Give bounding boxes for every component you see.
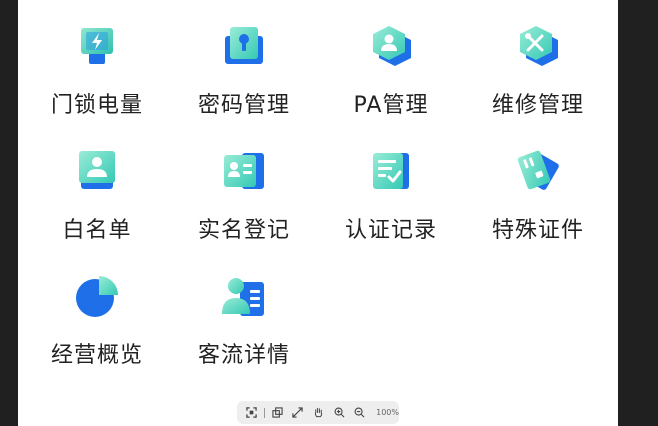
- fullscreen-button[interactable]: [289, 404, 306, 421]
- id-card-icon: [224, 153, 264, 189]
- zoom-out-button[interactable]: [351, 404, 368, 421]
- hand-icon: [314, 407, 322, 418]
- tile-pa-management[interactable]: PA管理: [317, 0, 465, 120]
- user-hexagon-icon: [373, 26, 411, 66]
- zoom-in-icon: [334, 407, 345, 418]
- toolbar-divider: [263, 407, 265, 418]
- viewer-toolbar: 100%: [237, 401, 399, 424]
- person-list-icon: [222, 278, 264, 316]
- tile-password-management[interactable]: 密码管理: [170, 0, 318, 120]
- rotate-icon: [271, 407, 283, 418]
- fit-screen-button[interactable]: [243, 404, 260, 421]
- tile-label: PA管理: [353, 93, 429, 118]
- tilted-card-icon: [517, 150, 559, 190]
- tile-passenger-flow-details[interactable]: 客流详情: [170, 250, 318, 370]
- tile-label: 经营概览: [50, 343, 143, 368]
- tile-label: 门锁电量: [50, 93, 143, 118]
- tile-authentication-records[interactable]: 认证记录: [317, 125, 465, 245]
- tile-label: 实名登记: [197, 218, 290, 243]
- tools-icon: [520, 26, 558, 66]
- hand-tool-button[interactable]: [310, 404, 327, 421]
- zoom-level: 100%: [376, 408, 399, 417]
- tile-real-name-registration[interactable]: 实名登记: [170, 125, 318, 245]
- fit-screen-icon: [246, 407, 257, 418]
- document-check-icon: [373, 153, 409, 189]
- tile-maintenance-management[interactable]: 维修管理: [464, 0, 612, 120]
- fullscreen-icon: [292, 407, 303, 418]
- pie-chart-icon: [76, 276, 118, 317]
- tile-label: 密码管理: [197, 93, 290, 118]
- battery-icon: [81, 28, 113, 64]
- tile-label: 白名单: [62, 218, 132, 243]
- tile-special-certificates[interactable]: 特殊证件: [464, 125, 612, 245]
- zoom-in-button[interactable]: [331, 404, 348, 421]
- tile-business-overview[interactable]: 经营概览: [23, 250, 171, 370]
- app-canvas: 门锁电量 密码管理 PA管理 维修管理 白名单 实名登记 认证记录 特殊证件 经…: [18, 0, 618, 426]
- zoom-out-icon: [354, 407, 365, 418]
- user-card-icon: [79, 151, 115, 189]
- tile-label: 特殊证件: [491, 218, 584, 243]
- tile-whitelist[interactable]: 白名单: [23, 125, 171, 245]
- tile-label: 维修管理: [491, 93, 584, 118]
- keyhole-icon: [225, 27, 263, 64]
- tile-label: 客流详情: [197, 343, 290, 368]
- tile-door-lock-battery[interactable]: 门锁电量: [23, 0, 171, 120]
- tile-label: 认证记录: [344, 218, 437, 243]
- rotate-button[interactable]: [269, 404, 286, 421]
- function-grid: 门锁电量 密码管理 PA管理 维修管理 白名单 实名登记 认证记录 特殊证件 经…: [18, 0, 618, 426]
